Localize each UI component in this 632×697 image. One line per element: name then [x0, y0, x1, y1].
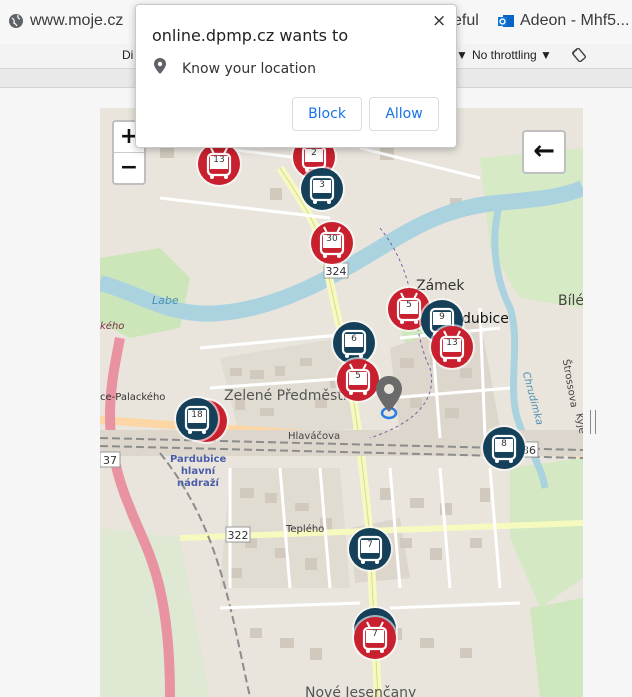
map-label-city: dubice	[462, 311, 509, 327]
location-permission-prompt: online.dpmp.cz wants to × Know your loca…	[135, 4, 457, 148]
back-button[interactable]: ←	[522, 130, 566, 174]
prompt-title: online.dpmp.cz wants to	[152, 26, 349, 45]
throttling-label: No throttling	[472, 48, 537, 62]
allow-button[interactable]: Allow	[369, 97, 439, 131]
vehicle-line-number: 2	[311, 148, 317, 158]
vehicle-line-number: 18	[191, 410, 203, 420]
vehicle-line-number: 7	[372, 629, 378, 639]
device-select-caret[interactable]: ▼	[456, 48, 468, 62]
map-label-district: Nové Jesenčany	[305, 685, 417, 697]
resize-handle[interactable]	[590, 410, 596, 434]
map[interactable]: 322 324 37 36 Zámek dubice Bílé Zelené P…	[100, 108, 583, 697]
vehicle-line-number: 13	[446, 338, 458, 348]
road-number: 322	[227, 529, 249, 542]
map-label-bile: Bílé	[558, 293, 583, 309]
vehicle-marker[interactable]: 6	[333, 322, 375, 364]
permission-text: Know your location	[182, 61, 316, 77]
map-label-river: Labe	[152, 294, 179, 307]
rotate-icon[interactable]	[572, 48, 586, 62]
map-label-station: nádraží	[177, 478, 219, 489]
bookmark-label: www.moje.cz	[30, 12, 124, 29]
device-select[interactable]: Di	[122, 48, 133, 62]
vehicle-marker[interactable]: 18	[176, 398, 218, 440]
outlook-icon	[498, 15, 514, 27]
map-label-district: Zelené Předměstí	[224, 388, 347, 404]
vehicle-line-number: 3	[319, 180, 325, 190]
bookmark-label: Adeon - Mhf5...	[520, 12, 630, 29]
throttling-select[interactable]: No throttling ▼	[472, 48, 552, 62]
map-label-station: Pardubice	[170, 454, 227, 465]
bookmark-item[interactable]: www.moje.cz	[8, 12, 123, 30]
vehicle-marker[interactable]: 13	[198, 143, 240, 185]
vehicle-marker[interactable]: 30	[311, 222, 353, 264]
zoom-out-button[interactable]: −	[114, 152, 144, 183]
vehicle-marker[interactable]: 7	[354, 617, 396, 659]
vehicle-line-number: 6	[351, 334, 357, 344]
vehicle-marker[interactable]: 7	[349, 528, 391, 570]
map-label-street: kého	[100, 321, 125, 332]
vehicle-marker[interactable]: 3	[301, 168, 343, 210]
vehicle-line-number: 5	[406, 300, 412, 310]
arrow-left-icon: ←	[533, 136, 555, 166]
vehicle-line-number: 30	[326, 234, 338, 244]
vehicle-marker[interactable]: 5	[337, 359, 379, 401]
location-pin-icon[interactable]	[374, 374, 404, 420]
vehicle-line-number: 13	[213, 155, 225, 165]
close-icon[interactable]: ×	[432, 11, 446, 31]
vehicle-line-number: 7	[367, 540, 373, 550]
vehicle-line-number: 5	[355, 371, 361, 381]
globe-icon	[9, 14, 23, 28]
vehicle-line-number: 8	[501, 439, 507, 449]
map-label-station: hlavní	[180, 466, 216, 477]
vehicle-line-number: 9	[439, 312, 445, 322]
chevron-down-icon: ▼	[540, 48, 552, 62]
road-number: 324	[325, 265, 347, 278]
bookmark-item[interactable]: Adeon - Mhf5...	[498, 12, 629, 30]
block-button[interactable]: Block	[292, 97, 362, 131]
road-number: 37	[103, 454, 117, 467]
vehicle-marker[interactable]: 8	[483, 427, 525, 469]
vehicle-marker[interactable]: 13	[431, 326, 473, 368]
location-icon	[154, 58, 166, 74]
map-label-street: Teplého	[286, 524, 325, 535]
map-label-street: ce-Palackého	[100, 392, 166, 403]
map-label-street: Hlaváčova	[288, 431, 341, 442]
